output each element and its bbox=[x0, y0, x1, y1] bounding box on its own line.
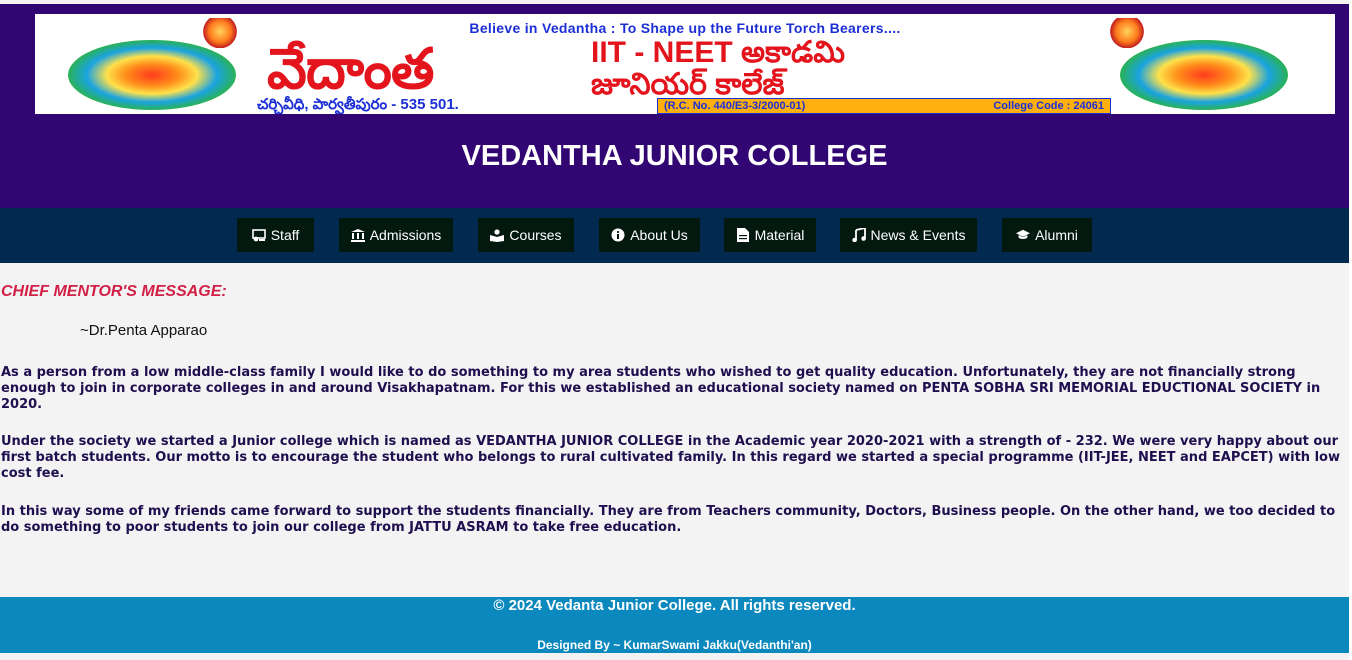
page: Believe in Vedantha : To Shape up the Fu… bbox=[0, 0, 1349, 660]
nav-material-label: Material bbox=[754, 227, 805, 243]
message-paragraph-3: In this way some of my friends came forw… bbox=[1, 504, 1336, 535]
banner-registration: (R.C. No. 440/E3-3/2000-01) College Code… bbox=[657, 98, 1111, 114]
book-reader-icon bbox=[490, 228, 505, 242]
footer-copyright: © 2024 Vedanta Junior College. All right… bbox=[493, 597, 856, 614]
nav-staff-label: Staff bbox=[270, 227, 300, 243]
main-nav: Staff Admissions Courses About Us Materi… bbox=[0, 208, 1349, 263]
file-icon bbox=[736, 228, 750, 242]
college-code: College Code : 24061 bbox=[993, 100, 1104, 112]
info-circle-icon bbox=[611, 228, 625, 242]
nav-alumni-label: Alumni bbox=[1035, 227, 1078, 243]
nav-news-events[interactable]: News & Events bbox=[840, 218, 977, 252]
music-note-icon bbox=[851, 228, 866, 242]
main-content: CHIEF MENTOR'S MESSAGE: ~Dr.Penta Appara… bbox=[0, 263, 1349, 597]
nav-news-events-label: News & Events bbox=[870, 227, 966, 243]
deity-emblem-left bbox=[203, 18, 237, 48]
institution-icon bbox=[350, 228, 365, 242]
banner-brand-name: వేదాంత bbox=[267, 39, 434, 101]
college-banner: Believe in Vedantha : To Shape up the Fu… bbox=[35, 14, 1335, 114]
site-footer: © 2024 Vedanta Junior College. All right… bbox=[0, 597, 1349, 653]
message-paragraph-1: As a person from a low middle-class fami… bbox=[1, 365, 1321, 412]
nav-alumni[interactable]: Alumni bbox=[1002, 218, 1092, 252]
banner-line-1: IIT - NEET అకాడమి bbox=[591, 36, 845, 69]
nav-staff[interactable]: Staff bbox=[237, 218, 314, 252]
banner-address: చర్చివీధి, పార్వతీపురం - 535 501. bbox=[257, 96, 459, 113]
banner-line-2: జూనియర్ కాలేజ్ bbox=[591, 68, 785, 101]
message-paragraph-2: Under the society we started a Junior co… bbox=[1, 434, 1340, 481]
college-logo-left bbox=[68, 40, 236, 110]
nav-material[interactable]: Material bbox=[724, 218, 816, 252]
mentor-signature: ~Dr.Penta Apparao bbox=[80, 322, 208, 339]
nav-about-us-label: About Us bbox=[630, 227, 688, 243]
deity-emblem-right bbox=[1110, 18, 1144, 48]
graduation-cap-icon bbox=[1016, 228, 1031, 242]
registration-number: (R.C. No. 440/E3-3/2000-01) bbox=[664, 100, 806, 112]
nav-admissions-label: Admissions bbox=[369, 227, 442, 243]
nav-courses[interactable]: Courses bbox=[478, 218, 574, 252]
footer-designer-credit: Designed By ~ KumarSwami Jakku(Vedanthi'… bbox=[537, 638, 812, 652]
college-logo-right bbox=[1120, 40, 1288, 110]
site-title: VEDANTHA JUNIOR COLLEGE bbox=[461, 140, 888, 172]
nav-about-us[interactable]: About Us bbox=[599, 218, 700, 252]
nav-admissions[interactable]: Admissions bbox=[339, 218, 453, 252]
staff-icon bbox=[251, 228, 266, 242]
chief-mentor-heading: CHIEF MENTOR'S MESSAGE: bbox=[1, 283, 227, 300]
nav-courses-label: Courses bbox=[509, 227, 562, 243]
site-header: Believe in Vedantha : To Shape up the Fu… bbox=[0, 4, 1349, 208]
